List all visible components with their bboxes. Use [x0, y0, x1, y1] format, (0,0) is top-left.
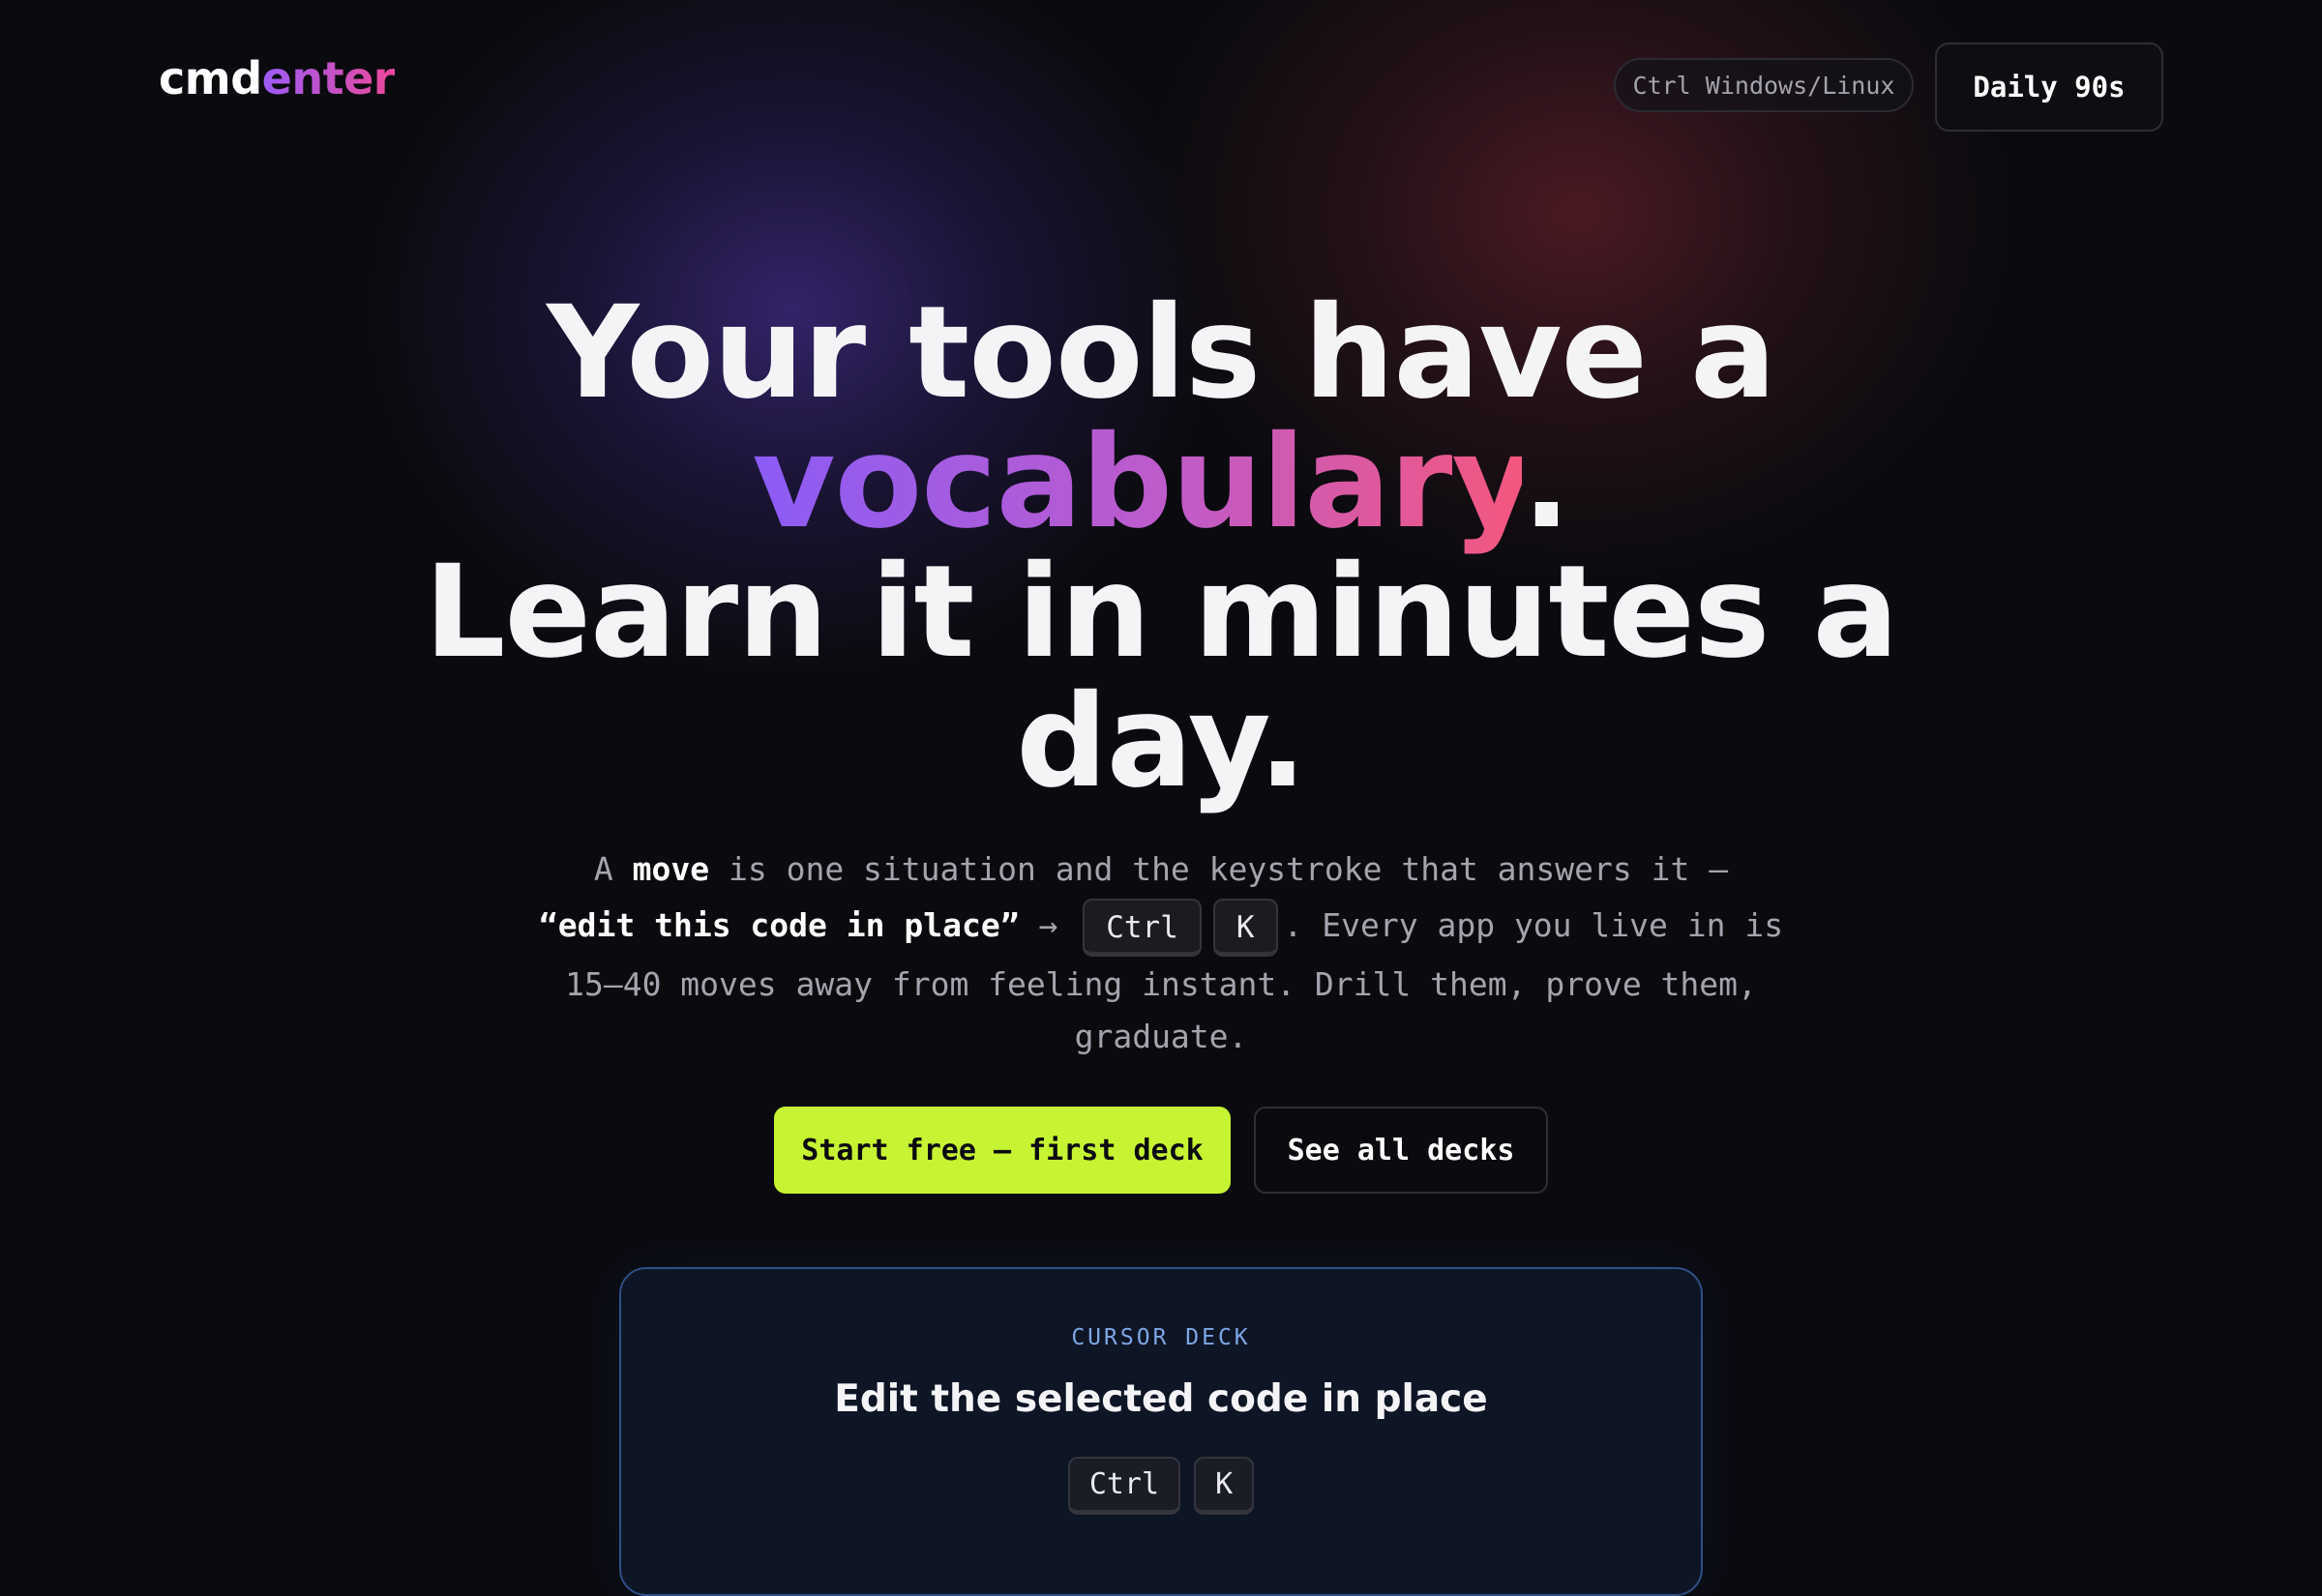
deck-card-keys: Ctrl K	[621, 1457, 1701, 1515]
logo-cmd: cmd	[159, 52, 262, 104]
sub-move: move	[632, 850, 710, 888]
see-all-decks-button[interactable]: See all decks	[1254, 1107, 1548, 1194]
sub-text-b: is one situation and the keystroke that …	[709, 850, 1729, 888]
logo[interactable]: cmdenter	[159, 56, 395, 101]
deck-kbd-ctrl: Ctrl	[1067, 1457, 1181, 1515]
hero-headline: Your tools have a vocabulary. Learn it i…	[0, 288, 2322, 807]
start-free-button[interactable]: Start free — first deck	[774, 1107, 1231, 1194]
sub-text-c: . Every app you live in is	[1283, 906, 1784, 944]
headline-line-1: Your tools have a	[546, 279, 1776, 428]
sub-quote: “edit this code in place”	[538, 906, 1020, 944]
sub-text-e: graduate.	[1074, 1017, 1248, 1055]
daily-button[interactable]: Daily 90s	[1935, 43, 2163, 132]
deck-card-title: Edit the selected code in place	[834, 1377, 1488, 1421]
deck-kbd-k: K	[1194, 1457, 1255, 1515]
kbd-ctrl: Ctrl	[1083, 898, 1202, 957]
headline-period: .	[1522, 408, 1570, 557]
sub-arrow: →	[1019, 906, 1078, 944]
sub-text-d: 15–40 moves away from feeling instant. D…	[565, 964, 1757, 1003]
headline-highlight: vocabulary	[752, 408, 1523, 557]
sub-text-a: A	[593, 850, 633, 888]
hero-subheading: A move is one situation and the keystrok…	[0, 842, 2322, 1061]
os-toggle-pill[interactable]: Ctrl Windows/Linux	[1614, 58, 1914, 112]
deck-card-eyebrow: CURSOR DECK	[1071, 1325, 1251, 1350]
headline-line-4: day.	[1016, 667, 1307, 816]
deck-card[interactable]: CURSOR DECK Edit the selected code in pl…	[619, 1267, 1703, 1596]
logo-enter: enter	[261, 52, 396, 104]
headline-line-3: Learn it in minutes a	[424, 538, 1898, 687]
kbd-k: K	[1212, 898, 1278, 957]
